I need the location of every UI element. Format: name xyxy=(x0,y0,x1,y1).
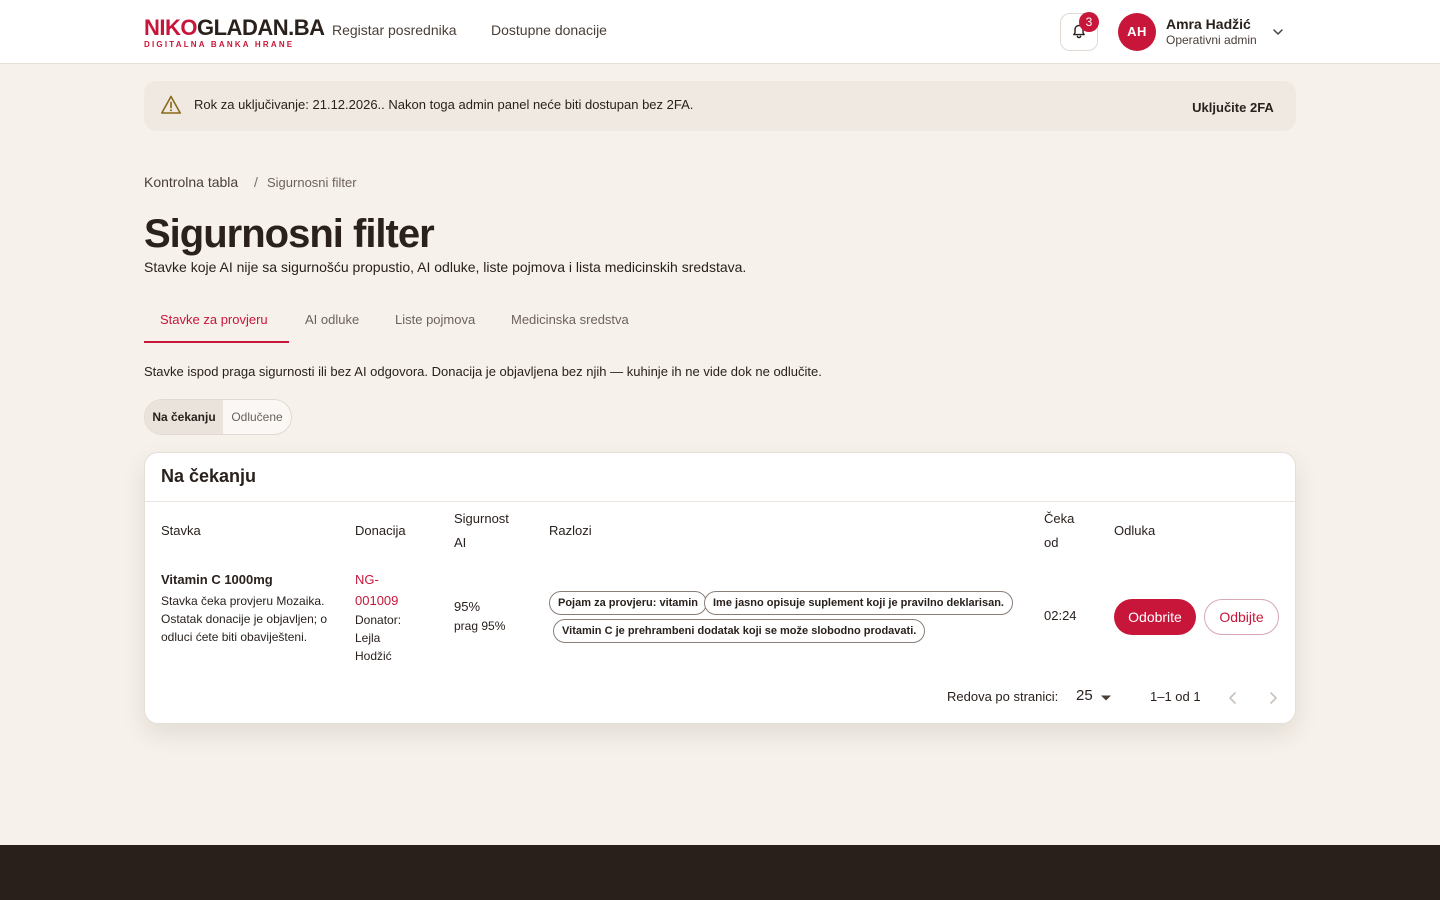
tab-medicinska-sredstva[interactable]: Medicinska sredstva xyxy=(511,312,629,327)
logo-wordmark-left: NIKO xyxy=(144,15,198,40)
rows-per-page-label: Redova po stranici: xyxy=(947,689,1059,704)
column-header-waiting: Čeka od xyxy=(1044,511,1075,550)
nav-link-dostupne-donacije[interactable]: Dostupne donacije xyxy=(491,22,607,38)
chevron-left-icon[interactable] xyxy=(1224,689,1242,707)
ai-confidence-value: 95% xyxy=(454,599,481,614)
chevron-right-icon[interactable] xyxy=(1264,689,1282,707)
item-name: Vitamin C 1000mg xyxy=(161,572,273,587)
pending-items-card xyxy=(144,452,1296,724)
column-header-confidence: Sigurnost AI xyxy=(454,511,509,550)
notification-count-badge: 3 xyxy=(1079,12,1099,32)
pagination-range: 1–1 od 1 xyxy=(1150,689,1201,704)
donation-id-link[interactable]: NG-001009 xyxy=(355,569,415,611)
approve-button[interactable]: Odobrite xyxy=(1114,599,1196,635)
top-navigation-bar: NIKOGLADAN.BA DIGITALNA BANKA HRANE xyxy=(0,0,1440,64)
reason-chip: Ime jasno opisuje suplement koji je prav… xyxy=(704,591,1013,615)
reason-chip: Pojam za provjeru: vitamin xyxy=(549,591,707,615)
column-header-donation: Donacija xyxy=(355,523,406,538)
waiting-time: 02:24 xyxy=(1044,608,1077,623)
breadcrumb-current: Sigurnosni filter xyxy=(267,175,357,190)
page-footer xyxy=(0,845,1440,900)
brand-logo[interactable]: NIKOGLADAN.BA DIGITALNA BANKA HRANE xyxy=(144,15,325,50)
page-subtitle: Stavke koje AI nije sa sigurnošću propus… xyxy=(144,259,747,275)
status-filter-toggle: Na čekanju Odlučene xyxy=(144,399,292,435)
reason-chip: Vitamin C je prehrambeni dodatak koji se… xyxy=(553,619,926,643)
user-avatar[interactable]: AH xyxy=(1118,13,1156,51)
logo-wordmark-right: GLADAN.BA xyxy=(197,15,325,40)
logo-tagline: DIGITALNA BANKA HRANE xyxy=(144,40,295,49)
caret-down-icon[interactable] xyxy=(1100,694,1112,702)
column-header-reasons: Razlozi xyxy=(549,523,592,538)
tab-liste-pojmova[interactable]: Liste pojmova xyxy=(395,312,475,327)
alert-message: Rok za uključivanje: 21.12.2026.. Nakon … xyxy=(194,97,694,112)
reject-button[interactable]: Odbijte xyxy=(1204,599,1279,635)
tab-ai-odluke[interactable]: AI odluke xyxy=(305,312,359,327)
card-title: Na čekanju xyxy=(161,466,257,486)
page-title: Sigurnosni filter xyxy=(144,212,435,256)
active-tab-indicator xyxy=(144,341,289,343)
tab-stavke-za-provjeru[interactable]: Stavke za provjeru xyxy=(160,312,268,327)
column-header-item: Stavka xyxy=(161,523,201,538)
breadcrumb-separator: / xyxy=(254,174,258,190)
rows-per-page-select[interactable]: 25 xyxy=(1076,687,1093,704)
filter-option-decided[interactable]: Odlučene xyxy=(223,400,291,434)
nav-link-registar-posrednika[interactable]: Registar posrednika xyxy=(332,22,457,38)
chevron-down-icon[interactable] xyxy=(1271,25,1285,39)
column-header-decision: Odluka xyxy=(1114,523,1156,538)
enable-2fa-button[interactable]: Uključite 2FA xyxy=(1180,96,1286,120)
card-divider xyxy=(145,501,1295,502)
item-description: Stavka čeka provjeru Mozaika. Ostatak do… xyxy=(161,594,328,644)
donor-name: Donator: Lejla Hodžić xyxy=(355,613,402,663)
section-intro: Stavke ispod praga sigurnosti ili bez AI… xyxy=(144,364,822,379)
ai-confidence-threshold: prag 95% xyxy=(454,619,506,633)
warning-icon xyxy=(161,95,181,114)
user-role: Operativni admin xyxy=(1166,33,1257,47)
logo-wordmark: NIKOGLADAN.BA xyxy=(144,15,325,40)
breadcrumb-home-link[interactable]: Kontrolna tabla xyxy=(144,174,238,190)
user-name[interactable]: Amra Hadžić xyxy=(1166,16,1251,32)
filter-option-pending[interactable]: Na čekanju xyxy=(145,400,223,434)
